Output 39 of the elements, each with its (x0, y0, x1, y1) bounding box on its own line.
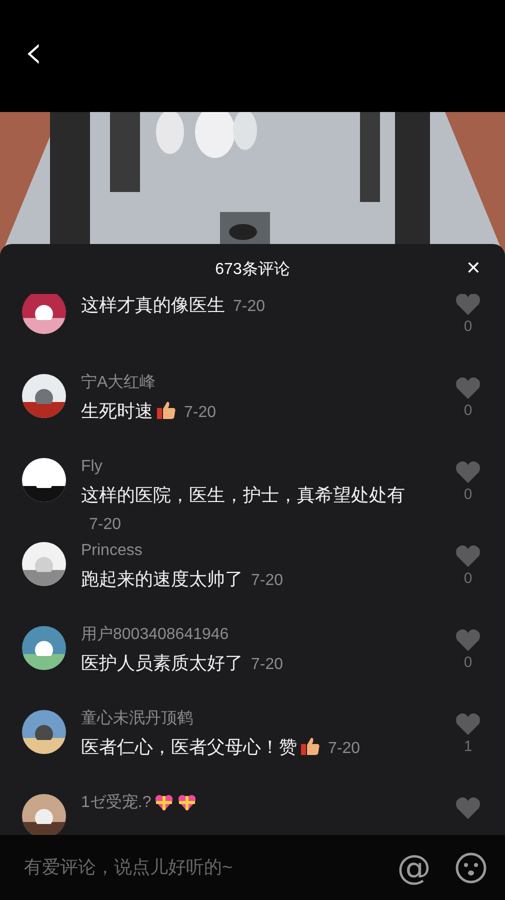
heart-icon[interactable] (455, 628, 481, 652)
mention-button[interactable]: @ (397, 850, 431, 884)
comment-text: 医者仁心，医者父母心！赞 (81, 737, 297, 757)
user-name[interactable]: 童心未泯丹顶鹤 (81, 708, 193, 730)
emoji-icon[interactable] (455, 852, 487, 884)
heart-icon[interactable] (455, 460, 481, 484)
comment-text: 跑起来的速度太帅了 (81, 569, 243, 589)
gift-heart-icon (177, 793, 198, 813)
like-count: 0 (464, 486, 472, 503)
like-count: 0 (464, 402, 472, 419)
like-count: 0 (464, 318, 472, 335)
heart-icon[interactable] (455, 376, 481, 400)
back-button[interactable]: ‹ (20, 28, 48, 76)
gift-heart-icon (154, 793, 174, 813)
heart-icon[interactable] (455, 796, 481, 820)
comment-text: 医护人员素质太好了 (81, 653, 243, 673)
comment-date: 7-20 (251, 572, 284, 589)
comment-input[interactable]: 有爱评论，说点儿好听的~ (22, 846, 373, 888)
comment-text: 生死时速 (81, 401, 153, 421)
close-button[interactable]: ✕ (462, 256, 485, 281)
heart-icon[interactable] (455, 544, 481, 568)
user-name[interactable]: 宁A大红峰 (81, 372, 156, 394)
comment-date: 7-20 (328, 740, 360, 757)
user-name[interactable]: Fly (81, 456, 102, 478)
like-count: 0 (464, 654, 472, 671)
like-count: 0 (464, 570, 472, 587)
user-name[interactable]: 1ゼ受宠.? (81, 792, 152, 814)
comment-date: 7-20 (233, 298, 266, 315)
heart-icon[interactable] (455, 712, 481, 736)
sheet-title: 673条评论 (215, 260, 290, 280)
user-name[interactable]: 用户8003408641946 (81, 624, 229, 646)
comment-date: 7-20 (89, 516, 122, 533)
comment-date: 7-20 (251, 656, 284, 673)
comment-text: 这样才真的像医生 (81, 295, 225, 315)
heart-icon[interactable] (455, 294, 481, 316)
comment-date: 7-20 (184, 404, 216, 421)
user-name[interactable]: Princess (81, 540, 142, 562)
like-count: 1 (464, 738, 472, 755)
comment-text: 这样的医院，医生，护士，真希望处处有 (81, 485, 405, 505)
